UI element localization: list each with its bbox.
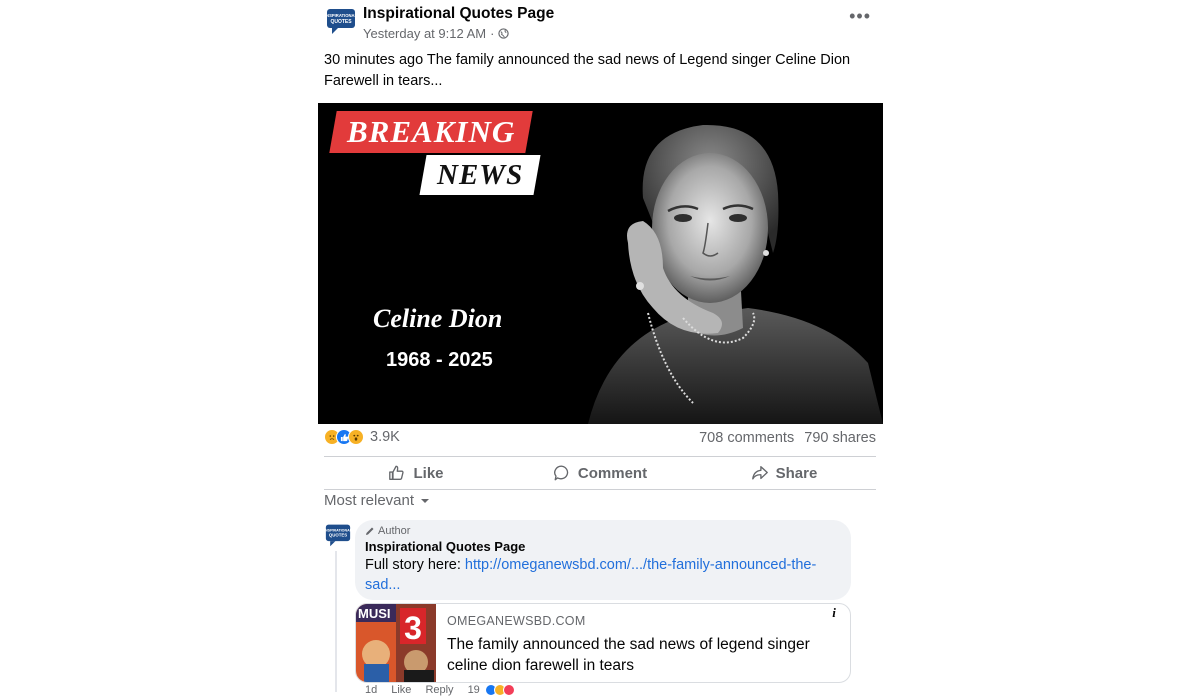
breaking-text: BREAKING — [347, 114, 516, 149]
news-text: NEWS — [437, 159, 524, 191]
like-button[interactable]: Like — [324, 458, 508, 488]
thumbnail-text: MUSI — [358, 606, 391, 621]
comment-text: Full story here: http://omeganewsbd.com/… — [365, 555, 835, 595]
post-stats: 3.9K 708 comments 790 shares — [324, 428, 876, 450]
comment-reply-link[interactable]: Reply — [425, 684, 453, 696]
breaking-badge: BREAKING — [329, 111, 533, 153]
author-badge: Author — [365, 525, 410, 537]
wow-icon — [348, 429, 364, 445]
globe-icon — [498, 28, 510, 39]
sort-label: Most relevant — [324, 492, 415, 509]
thumbs-up-icon — [389, 465, 405, 480]
more-options-button[interactable]: ••• — [849, 6, 871, 27]
comment-bubble-icon — [553, 465, 569, 481]
post-actions: Like Comment Share — [324, 458, 876, 488]
news-badge: NEWS — [419, 155, 541, 195]
comment-reaction-count: 19 — [467, 684, 480, 696]
commenter-name[interactable]: Inspirational Quotes Page — [365, 539, 525, 554]
commenter-avatar-line-2: QUOTES — [329, 533, 347, 538]
divider-top — [324, 456, 876, 457]
reaction-count: 3.9K — [370, 429, 400, 445]
comment-age[interactable]: 1d — [365, 684, 377, 696]
comment-reactions[interactable]: 19 — [468, 684, 515, 696]
comment-label: Comment — [577, 464, 648, 482]
comment-sort-dropdown[interactable]: Most relevant — [324, 492, 430, 509]
facebook-post: INSPIRATIONAL QUOTES Inspirational Quote… — [318, 0, 883, 696]
author-badge-label: Author — [378, 525, 411, 537]
link-thumbnail: MUSI 3 — [356, 604, 436, 682]
timestamp-text: Yesterday at 9:12 AM — [363, 26, 487, 41]
image-years: 1968 - 2025 — [386, 349, 493, 371]
commenter-avatar[interactable]: INSPIRATIONAL QUOTES — [325, 522, 351, 548]
engagement-counts: 708 comments 790 shares — [693, 430, 876, 446]
avatar-line-1: INSPIRATIONAL — [326, 13, 356, 18]
comments-count-link[interactable]: 708 comments — [699, 430, 794, 446]
comment-footer: 1d Like Reply 19 — [365, 684, 515, 696]
pencil-icon — [366, 527, 374, 535]
avatar-line-2: QUOTES — [330, 19, 352, 25]
portrait-illustration — [588, 124, 883, 424]
info-icon[interactable]: i — [826, 605, 842, 621]
divider-bottom — [324, 489, 876, 490]
shares-count-link[interactable]: 790 shares — [804, 430, 876, 446]
thumbnail-number: 3 — [404, 610, 422, 646]
like-label: Like — [413, 464, 444, 482]
caret-down-icon — [421, 498, 430, 503]
comment-bubble: Author Inspirational Quotes Page Full st… — [355, 520, 851, 600]
mini-love-icon — [502, 684, 515, 696]
post-timestamp[interactable]: Yesterday at 9:12 AM · — [363, 26, 510, 41]
share-arrow-icon — [751, 466, 768, 480]
reactions-summary[interactable]: 3.9K — [324, 429, 400, 445]
link-domain: OMEGANEWSBD.COM — [447, 614, 586, 628]
share-label: Share — [775, 464, 818, 482]
thread-line — [335, 551, 337, 692]
page-name-link[interactable]: Inspirational Quotes Page — [363, 5, 554, 23]
comment-like-link[interactable]: Like — [391, 684, 411, 696]
comment-prefix: Full story here: — [365, 557, 465, 573]
image-person-name: Celine Dion — [373, 304, 503, 333]
post-text: 30 minutes ago The family announced the … — [324, 52, 851, 89]
comment-button[interactable]: Comment — [508, 458, 692, 488]
page-avatar[interactable]: INSPIRATIONAL QUOTES — [326, 6, 356, 36]
share-button[interactable]: Share — [692, 458, 876, 488]
link-title: The family announced the sad news of leg… — [447, 636, 810, 674]
post-image[interactable]: BREAKING NEWS Celine Dion 1968 - 2025 — [318, 103, 883, 424]
timestamp-separator: · — [490, 26, 495, 41]
link-preview-card[interactable]: MUSI 3 OMEGANEWSBD.COM The family announ… — [355, 603, 851, 683]
